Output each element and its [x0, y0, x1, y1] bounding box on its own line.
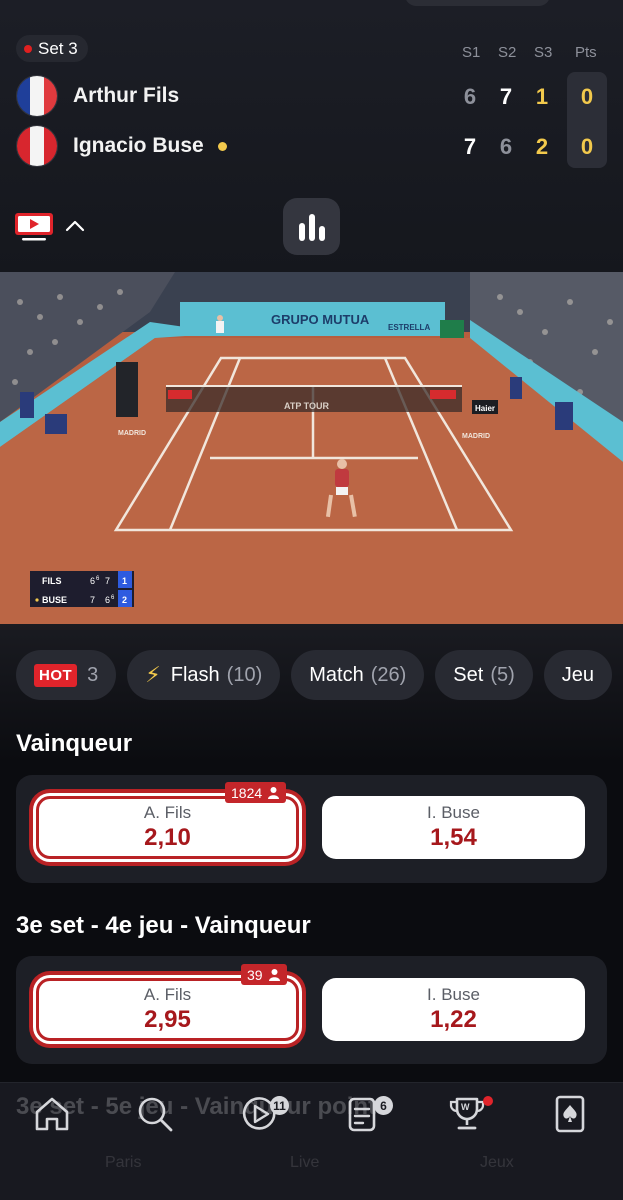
drag-handle[interactable]: [405, 0, 550, 6]
chip-count: (10): [226, 663, 263, 686]
bettors-count: 39: [247, 966, 263, 983]
score-pts: 0: [580, 134, 594, 159]
chip-label: Jeu: [561, 663, 595, 686]
svg-text:W: W: [461, 1102, 470, 1112]
casino-icon[interactable]: [550, 1094, 590, 1134]
serving-indicator-icon: [217, 141, 227, 151]
player-row-buse[interactable]: Ignacio Buse: [16, 124, 227, 168]
chip-label: Flash: [170, 663, 220, 686]
market-title: Vainqueur: [16, 730, 133, 757]
odd-value: 1,54: [430, 824, 477, 851]
banner-text: GRUPO MUTUA: [271, 312, 370, 327]
overlay-s3-2: 2: [122, 595, 127, 605]
bettors-badge: 1824: [225, 782, 287, 803]
odd-name: A. Fils: [143, 985, 192, 1004]
score-s2: 6: [499, 134, 513, 159]
col-s1: S1: [462, 44, 481, 61]
chip-set[interactable]: Set (5): [435, 650, 533, 700]
court-text-left: MADRID: [118, 430, 146, 437]
bettors-badge: 39: [241, 964, 287, 985]
overlay-s2-1: 7: [105, 576, 110, 586]
chip-label: Set: [453, 663, 484, 686]
odd-value: 1,22: [430, 1006, 477, 1033]
ghost-label: Paris: [105, 1154, 142, 1171]
chevron-up-icon[interactable]: [64, 218, 86, 234]
odd-name: A. Fils: [143, 803, 192, 822]
odd-value: 2,95: [144, 1006, 191, 1033]
hot-badge: HOT: [34, 663, 78, 687]
market-title: 3e set - 4e jeu - Vainqueur: [16, 912, 311, 939]
net-text: ATP TOUR: [284, 401, 330, 411]
chip-count: (26): [370, 663, 407, 686]
user-icon: [268, 787, 280, 799]
market-card-game-winner: A. Fils 2,95 39 I. Buse 1,22: [16, 956, 607, 1064]
side-text: ESTRELLA: [388, 323, 430, 332]
chip-count: (5): [490, 663, 515, 686]
score-s3: 1: [535, 84, 549, 109]
lightning-icon: ⚡: [145, 662, 161, 687]
score-s3: 2: [535, 134, 549, 159]
ghost-label: Live: [290, 1154, 320, 1171]
tv-icon[interactable]: [14, 212, 54, 242]
live-dot-icon: [24, 44, 32, 53]
score-s1: 7: [463, 134, 477, 159]
stats-button[interactable]: [283, 198, 340, 255]
broadcast-score-graphic: FILS 6 6 7 1 BUSE 7 6 6 2: [30, 571, 134, 607]
notification-dot: [483, 1096, 493, 1106]
user-icon: [268, 969, 280, 981]
odd-button-buse[interactable]: I. Buse 1,22: [322, 978, 585, 1041]
player-name: Arthur Fils: [73, 84, 180, 107]
filter-chips: HOT 3 ⚡ Flash (10) Match (26) Set (5) Je…: [16, 650, 613, 700]
chip-match[interactable]: Match (26): [291, 650, 425, 700]
live-video[interactable]: GRUPO MUTUA ESTRELLA ATP TOUR Haier MADR…: [0, 272, 623, 624]
overlay-s3-1: 1: [122, 576, 127, 586]
chip-label: Match: [309, 663, 364, 686]
market-card-winner: A. Fils 2,10 1824 I. Buse 1,54: [16, 775, 607, 883]
live-badge: 11: [270, 1096, 289, 1115]
court-text-right: MADRID: [462, 433, 490, 440]
odd-button-fils[interactable]: A. Fils 2,95: [36, 978, 299, 1041]
trophy-icon[interactable]: W: [447, 1094, 487, 1134]
odd-button-buse[interactable]: I. Buse 1,54: [322, 796, 585, 859]
bets-badge: 6: [374, 1096, 393, 1115]
overlay-s1-2: 7: [90, 595, 95, 605]
player-row-fils[interactable]: Arthur Fils: [16, 74, 179, 118]
overlay-name-1: FILS: [42, 576, 62, 586]
chip-flash[interactable]: ⚡ Flash (10): [127, 650, 281, 700]
bettors-count: 1824: [231, 784, 263, 801]
overlay-s2-2: 6: [105, 595, 110, 605]
board-text: Haier: [475, 404, 495, 413]
overlay-s1-1: 6: [90, 576, 95, 586]
chip-hot[interactable]: HOT 3: [16, 650, 117, 700]
bar-chart-icon: [298, 213, 325, 241]
search-icon[interactable]: [135, 1094, 175, 1134]
score-s1: 6: [463, 84, 477, 109]
ghost-label: Jeux: [480, 1154, 514, 1171]
peru-flag-icon: [16, 125, 58, 167]
france-flag-icon: [16, 75, 58, 117]
score-s2: 7: [499, 84, 513, 109]
odd-name: I. Buse: [427, 803, 480, 822]
scoreboard: Set 3 S1 S2 S3 Pts Arthur Fils 6 7 1 0 I…: [0, 0, 623, 272]
odd-value: 2,10: [144, 824, 191, 851]
odd-button-fils[interactable]: A. Fils 2,10: [36, 796, 299, 859]
set-label: Set 3: [38, 38, 78, 58]
overlay-name-2: BUSE: [42, 595, 67, 605]
odd-name: I. Buse: [427, 985, 480, 1004]
col-s2: S2: [498, 44, 517, 61]
set-badge: Set 3: [16, 35, 88, 62]
score-pts: 0: [580, 84, 594, 109]
home-icon[interactable]: [32, 1094, 72, 1134]
col-s3: S3: [534, 44, 553, 61]
chip-count: 3: [87, 663, 99, 686]
chip-jeu[interactable]: Jeu: [543, 650, 613, 700]
col-pts: Pts: [575, 44, 597, 61]
player-name: Ignacio Buse: [73, 134, 204, 157]
